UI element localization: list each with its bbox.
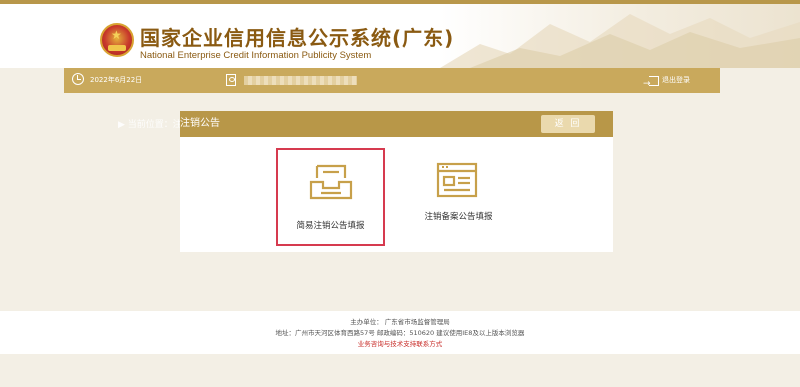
panel-title: 注销公告 bbox=[180, 118, 220, 129]
site-subtitle: National Enterprise Credit Information P… bbox=[140, 50, 372, 61]
national-emblem-icon: ★ bbox=[100, 23, 134, 57]
site-footer: 主办单位： 广东省市场监督管理局 地址：广州市天河区体育西路57号 邮政编码：5… bbox=[0, 311, 800, 354]
simple-cancellation-label: 简易注销公告填报 bbox=[296, 221, 365, 231]
user-badge-icon bbox=[226, 74, 236, 86]
footer-host: 主办单位： 广东省市场监督管理局 bbox=[350, 318, 450, 326]
record-cancellation-option[interactable]: 注销备案公告填报 bbox=[404, 148, 513, 246]
logout-icon bbox=[643, 72, 659, 97]
mountain-illustration bbox=[440, 14, 800, 68]
record-cancellation-label: 注销备案公告填报 bbox=[424, 212, 493, 222]
clock-icon bbox=[72, 73, 84, 85]
site-header: ★ 国家企业信用信息公示系统(广东) National Enterprise C… bbox=[0, 4, 800, 68]
current-date: 2022年6月22日 bbox=[90, 76, 143, 84]
info-bar: 2022年6月22日 退出登录 bbox=[64, 68, 720, 97]
footer-address: 地址：广州市天河区体育西路57号 邮政编码：510620 建议使用IE8及以上版… bbox=[275, 329, 525, 337]
logout-button[interactable]: 退出登录 bbox=[643, 68, 690, 97]
support-contact-link[interactable]: 业务咨询与技术支持联系方式 bbox=[0, 339, 800, 350]
back-button[interactable]: 返 回 bbox=[541, 115, 595, 133]
masked-username bbox=[244, 76, 357, 85]
panel-header: 注销公告 返 回 bbox=[180, 111, 613, 137]
inbox-tray-icon bbox=[309, 164, 353, 200]
logout-label: 退出登录 bbox=[662, 76, 690, 84]
simple-cancellation-option[interactable]: 简易注销公告填报 bbox=[276, 148, 385, 246]
site-title: 国家企业信用信息公示系统(广东) bbox=[140, 26, 455, 50]
form-document-icon bbox=[436, 162, 478, 198]
panel-body: 简易注销公告填报 注销备案公告填报 bbox=[180, 137, 613, 252]
